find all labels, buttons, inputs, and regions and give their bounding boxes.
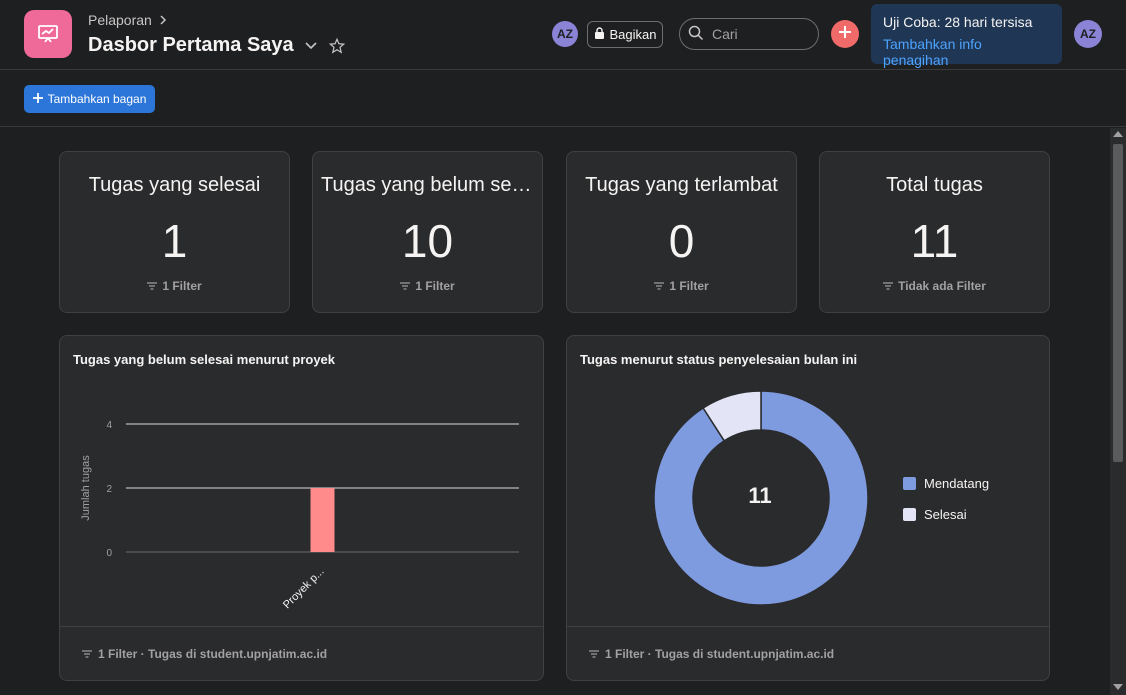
filter-icon: [400, 279, 411, 293]
stat-card-total[interactable]: Total tugas 11 Tidak ada Filter: [819, 151, 1050, 313]
scroll-thumb[interactable]: [1113, 144, 1123, 462]
stat-card-incomplete[interactable]: Tugas yang belum selesai 10 1 Filter: [312, 151, 543, 313]
star-icon[interactable]: [328, 37, 346, 55]
user-avatar-initials: AZ: [1080, 27, 1096, 41]
stat-value: 11: [910, 215, 959, 267]
chart-footer[interactable]: 1 Filter · Tugas di student.upnjatim.ac.…: [567, 626, 1049, 680]
trial-banner: Uji Coba: 28 hari tersisa Tambahkan info…: [871, 4, 1062, 68]
plus-icon: [838, 25, 852, 44]
stat-value: 1: [161, 215, 188, 267]
legend-item[interactable]: Mendatang: [903, 476, 989, 491]
stat-title: Tugas yang terlambat: [585, 174, 778, 196]
add-chart-label: Tambahkan bagan: [47, 92, 147, 106]
chevron-right-icon: [158, 12, 168, 28]
scroll-up-arrow[interactable]: [1113, 131, 1123, 137]
share-button[interactable]: Bagikan: [587, 21, 663, 48]
add-chart-button[interactable]: Tambahkan bagan: [24, 85, 155, 113]
stat-filter-label: Tidak ada Filter: [898, 279, 986, 293]
stat-filter[interactable]: Tidak ada Filter: [820, 279, 1049, 293]
stat-title: Total tugas: [886, 174, 983, 196]
stat-filter[interactable]: 1 Filter: [567, 279, 796, 293]
bar-chart-card[interactable]: Tugas yang belum selesai menurut proyek …: [59, 335, 544, 681]
breadcrumb-label[interactable]: Pelaporan: [88, 12, 152, 28]
dashboard-content: Tugas yang selesai 1 1 Filter Tugas yang…: [0, 128, 1110, 695]
chart-footer-label: 1 Filter · Tugas di student.upnjatim.ac.…: [98, 646, 328, 661]
dashboard-app-icon: [24, 10, 72, 58]
legend-label: Mendatang: [924, 476, 990, 491]
add-billing-link[interactable]: Tambahkan info penagihan: [883, 36, 1050, 68]
stat-title: Tugas yang selesai: [88, 174, 261, 196]
breadcrumb[interactable]: Pelaporan: [88, 12, 168, 28]
share-button-label: Bagikan: [609, 27, 657, 42]
avatar[interactable]: AZ: [552, 21, 578, 47]
top-bar: Pelaporan Dasbor Pertama Saya AZ Bagikan…: [0, 0, 1126, 70]
stat-filter[interactable]: 1 Filter: [313, 279, 542, 293]
y-axis-label: Jumlah tugas: [80, 455, 92, 521]
filter-icon: [589, 647, 599, 661]
search-placeholder: Cari: [712, 26, 738, 42]
legend-item[interactable]: Selesai: [903, 507, 989, 522]
plus-icon: [32, 92, 43, 106]
create-button[interactable]: [831, 20, 859, 48]
scrollbar[interactable]: [1110, 128, 1126, 695]
chart-legend: Mendatang Selesai: [903, 476, 989, 538]
stat-card-completed[interactable]: Tugas yang selesai 1 1 Filter: [59, 151, 290, 313]
search-input[interactable]: Cari: [679, 18, 819, 50]
page-title: Dasbor Pertama Saya: [88, 34, 346, 57]
toolbar: Tambahkan bagan: [0, 71, 1126, 127]
chevron-down-icon[interactable]: [304, 39, 318, 53]
y-tick-label: 2: [106, 484, 112, 495]
chart-footer[interactable]: 1 Filter · Tugas di student.upnjatim.ac.…: [60, 626, 543, 680]
filter-icon: [883, 279, 894, 293]
filter-icon: [82, 647, 92, 661]
legend-swatch: [903, 477, 916, 490]
bar[interactable]: [310, 488, 335, 552]
stat-value: 0: [668, 215, 695, 267]
stat-filter-label: 1 Filter: [669, 279, 709, 293]
trial-status: Uji Coba: 28 hari tersisa: [883, 14, 1033, 30]
y-tick-label: 4: [106, 420, 112, 431]
page-title-text[interactable]: Dasbor Pertama Saya: [88, 34, 294, 57]
stat-filter-label: 1 Filter: [162, 279, 202, 293]
stat-title: Tugas yang belum selesai: [321, 174, 534, 196]
lock-icon: [594, 27, 605, 42]
avatar-initials: AZ: [557, 27, 573, 41]
stat-card-overdue[interactable]: Tugas yang terlambat 0 1 Filter: [566, 151, 797, 313]
search-icon: [688, 25, 704, 44]
y-tick-label: 0: [106, 548, 112, 559]
chart-footer-label: 1 Filter · Tugas di student.upnjatim.ac.…: [605, 646, 835, 661]
filter-icon: [147, 279, 158, 293]
legend-label: Selesai: [924, 507, 967, 522]
donut-center-value: 11: [748, 483, 772, 508]
x-tick-label: Proyek p...: [281, 566, 327, 612]
filter-icon: [654, 279, 665, 293]
stat-filter[interactable]: 1 Filter: [60, 279, 289, 293]
stat-value: 10: [401, 215, 454, 267]
user-avatar[interactable]: AZ: [1074, 20, 1102, 48]
bar-chart: 0 2 4 Jumlah tugas Proyek p...: [80, 420, 519, 612]
stat-filter-label: 1 Filter: [415, 279, 455, 293]
scroll-down-arrow[interactable]: [1113, 684, 1123, 690]
legend-swatch: [903, 508, 916, 521]
donut-chart-card[interactable]: Tugas menurut status penyelesaian bulan …: [566, 335, 1050, 681]
